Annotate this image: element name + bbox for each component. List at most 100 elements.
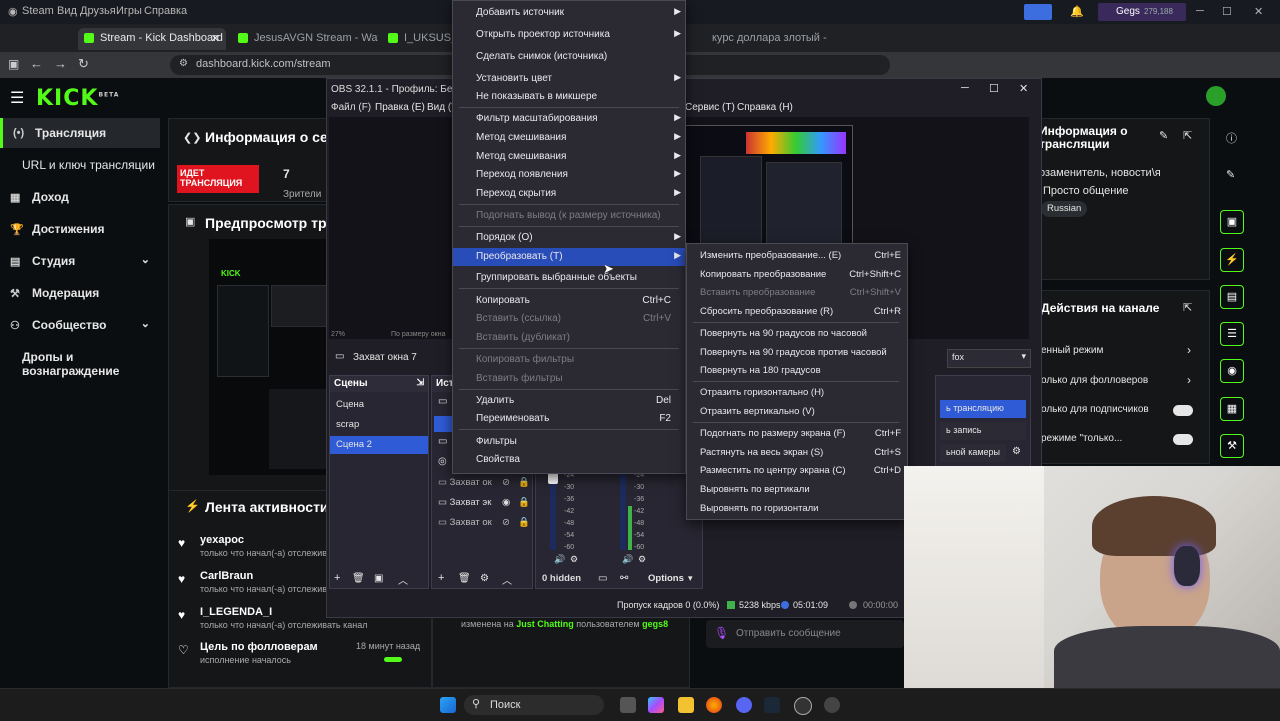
menu-item-stretch-screen[interactable]: Растянуть на весь экран (S) Ctrl+S xyxy=(687,444,907,462)
scene-item-selected[interactable]: Сцена 2 xyxy=(330,436,428,454)
close-icon[interactable]: ✕ xyxy=(1254,5,1263,18)
undock-icon[interactable]: ⇲ xyxy=(416,377,424,388)
add-icon[interactable]: + xyxy=(438,572,444,584)
layout-icon[interactable]: ▭ xyxy=(598,573,607,584)
source-item[interactable]: ▭ Захват эк ◉ 🔒 xyxy=(438,497,530,515)
sidebar-item-url-key[interactable]: URL и ключ трансляции xyxy=(0,150,160,180)
hamburger-icon[interactable]: ☰ xyxy=(10,88,24,108)
menu-item-transform[interactable]: Преобразовать (T) ▶ xyxy=(453,248,685,266)
lock-icon[interactable]: 🔒 xyxy=(518,477,530,488)
copilot-icon[interactable] xyxy=(648,697,664,713)
bell-icon[interactable]: 🔔 xyxy=(1070,5,1084,18)
windows-start-icon[interactable] xyxy=(440,697,456,713)
menu-item-hide-transition[interactable]: Переход скрытия ▶ xyxy=(453,185,685,203)
visibility-hidden-icon[interactable]: ⊘ xyxy=(502,477,510,488)
minimize-icon[interactable]: ─ xyxy=(1196,5,1204,17)
steam-menu-steam[interactable]: Steam xyxy=(22,5,54,17)
forward-icon[interactable]: → xyxy=(54,56,67,71)
menu-item-center-screen[interactable]: Разместить по центру экрана (C) Ctrl+D xyxy=(687,462,907,480)
sidebar-item-community[interactable]: ⚇ Сообщество ⌄ xyxy=(0,310,160,340)
menu-item-scale-filter[interactable]: Фильтр масштабирования ▶ xyxy=(453,110,685,128)
subscribers-only-toggle[interactable] xyxy=(1173,405,1193,416)
menu-item-flip-vertical[interactable]: Отразить вертикально (V) xyxy=(687,403,907,421)
menu-item-center-horizontal[interactable]: Выровнять по горизонтали xyxy=(687,500,907,518)
mode-toggle[interactable] xyxy=(1173,434,1193,445)
menu-item-reset-transform[interactable]: Сбросить преобразование (R) Ctrl+R xyxy=(687,303,907,321)
steam-icon[interactable] xyxy=(764,697,780,713)
menu-item-rename[interactable]: Переименовать F2 xyxy=(453,410,685,428)
chat-icon[interactable]: ☰ xyxy=(1220,322,1244,346)
popout-icon[interactable]: ⇱ xyxy=(1183,129,1192,142)
menu-item-set-color[interactable]: Установить цвет ▶ xyxy=(453,70,685,88)
scene-item[interactable]: Сцена xyxy=(330,396,428,414)
menu-item-properties[interactable]: Свойства xyxy=(453,451,685,469)
trash-icon[interactable]: 🗑 xyxy=(458,573,471,584)
gear-icon[interactable]: ⚙ xyxy=(1012,446,1021,457)
options-button[interactable]: Options xyxy=(648,573,684,584)
site-info-icon[interactable]: ⚙ xyxy=(179,58,188,69)
steam-menu-games[interactable]: Игры xyxy=(116,5,142,17)
chat-input[interactable]: 🎙 Отправить сообщение xyxy=(706,620,904,648)
menu-item-rotate-ccw[interactable]: Повернуть на 90 градусов против часовой xyxy=(687,344,907,362)
steam-user-chip[interactable]: Gegs 279,188 xyxy=(1098,3,1186,21)
link-icon[interactable]: ⚯ xyxy=(620,573,628,584)
virtual-camera-button[interactable]: ьной камеры xyxy=(940,444,1006,462)
menu-item-group-selected[interactable]: Группировать выбранные объекты xyxy=(453,269,685,287)
menu-item-rotate-cw[interactable]: Повернуть на 90 градусов по часовой xyxy=(687,325,907,343)
discord-icon[interactable] xyxy=(736,697,752,713)
mixer-settings-icon[interactable]: ⚙ xyxy=(638,554,646,565)
menu-item-fit-screen[interactable]: Подогнать по размеру экрана (F) Ctrl+F xyxy=(687,425,907,443)
tab-search[interactable]: курс доллара злотый - Поиск xyxy=(690,28,830,50)
pencil-icon[interactable]: ✎ xyxy=(1226,168,1235,181)
menu-item-copy[interactable]: Копировать Ctrl+C xyxy=(453,292,685,310)
chevron-right-icon[interactable]: › xyxy=(1187,373,1191,387)
speaker-icon[interactable]: 🔊 xyxy=(622,554,633,565)
tab-kick-dashboard[interactable]: Stream - Kick Dashboard ✕ xyxy=(78,28,226,50)
sidebar-item-drops[interactable]: Дропы и вознаграждение xyxy=(0,342,160,378)
trash-icon[interactable]: 🗑 xyxy=(352,573,365,584)
speaker-icon[interactable]: 🔊 xyxy=(554,554,565,565)
task-view-icon[interactable] xyxy=(620,697,636,713)
lock-icon[interactable]: 🔒 xyxy=(518,497,530,508)
popout-icon[interactable]: ⇱ xyxy=(1183,301,1192,314)
visibility-hidden-icon[interactable]: ⊘ xyxy=(502,517,510,528)
obs-menu-tools[interactable]: Сервис (T) xyxy=(685,102,735,113)
chevron-up-icon[interactable]: ︿ xyxy=(502,572,512,587)
app-icon[interactable] xyxy=(824,697,840,713)
obs-menu-edit[interactable]: Правка (E) xyxy=(375,102,425,113)
add-icon[interactable]: + xyxy=(334,572,340,584)
obs-preview-capture[interactable] xyxy=(685,125,853,257)
back-icon[interactable]: ← xyxy=(30,56,43,71)
sidebar-item-stream[interactable]: (•) Трансляция xyxy=(0,118,160,148)
minimize-icon[interactable]: ─ xyxy=(961,82,969,94)
obs-menu-help[interactable]: Справка (H) xyxy=(737,102,793,113)
maximize-icon[interactable]: ☐ xyxy=(989,82,999,95)
wrench-icon[interactable]: ⚒ xyxy=(1220,434,1244,458)
lock-icon[interactable]: 🔒 xyxy=(518,517,530,528)
chevron-right-icon[interactable]: › xyxy=(1187,343,1191,357)
sidebar-item-moderation[interactable]: ⚒ Модерация xyxy=(0,278,160,308)
sidebar-toggle-icon[interactable]: ▣ xyxy=(8,57,19,71)
kick-logo[interactable]: KICKBETA xyxy=(36,86,119,111)
tab-jesusavgn[interactable]: JesusAVGN Stream - Watch Live xyxy=(232,28,378,50)
close-icon[interactable]: ✕ xyxy=(1019,82,1028,95)
source-item[interactable]: ▭ Захват ок ⊘ 🔒 xyxy=(438,517,530,535)
sidebar-item-revenue[interactable]: ▦ Доход xyxy=(0,182,160,212)
menu-item-blend-method[interactable]: Метод смешивания ▶ xyxy=(453,129,685,147)
menu-item-show-transition[interactable]: Переход появления ▶ xyxy=(453,166,685,184)
steam-announce-button[interactable] xyxy=(1024,4,1052,20)
eye-icon[interactable]: ◉ xyxy=(502,497,510,508)
scene-item[interactable]: scrap xyxy=(330,416,428,434)
sidebar-item-achievements[interactable]: 🏆 Достижения xyxy=(0,214,160,244)
steam-menu-view[interactable]: Вид xyxy=(57,5,77,17)
taskbar-search[interactable]: ⚲ Поиск xyxy=(464,695,604,715)
tab-close-icon[interactable]: ✕ xyxy=(211,32,220,45)
menu-item-rotate-180[interactable]: Повернуть на 180 градусов xyxy=(687,362,907,380)
mixer-settings-icon[interactable]: ⚙ xyxy=(570,554,578,565)
microphone-icon[interactable]: 🎙 xyxy=(714,626,729,640)
menu-item-hide-in-mixer[interactable]: Не показывать в микшере xyxy=(453,88,685,106)
avatar[interactable] xyxy=(1206,86,1226,106)
file-explorer-icon[interactable] xyxy=(678,697,694,713)
steam-menu-help[interactable]: Справка xyxy=(144,5,187,17)
firefox-icon[interactable] xyxy=(706,697,722,713)
